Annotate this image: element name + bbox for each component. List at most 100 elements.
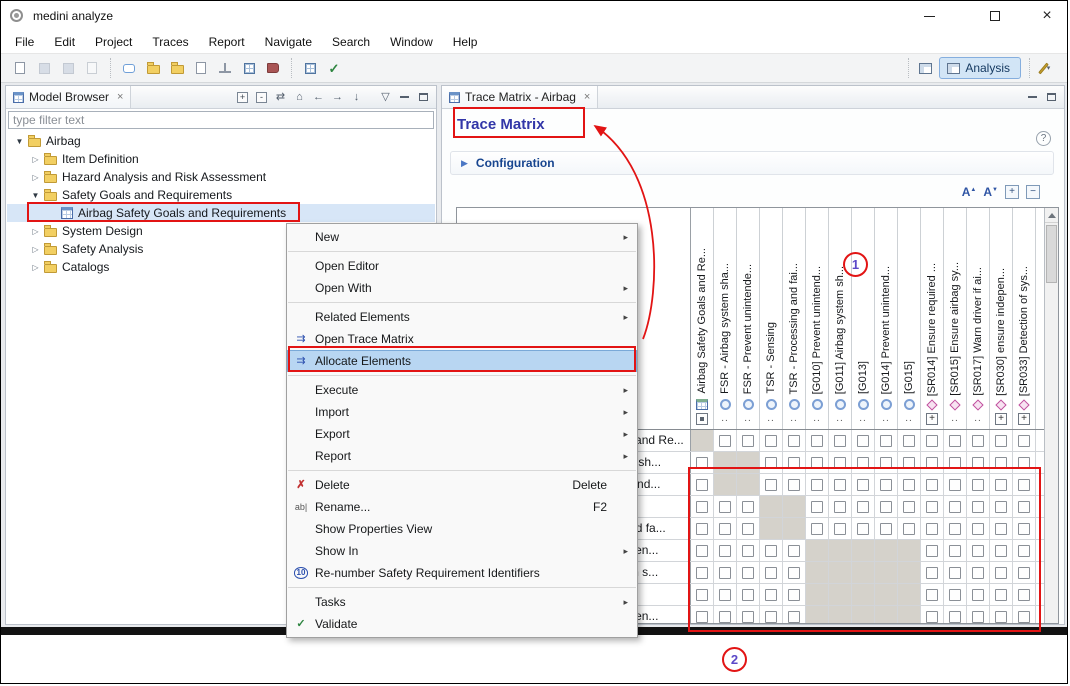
matrix-column-header[interactable]: [G010] Prevent unintend..... xyxy=(806,208,829,429)
trace-checkbox[interactable] xyxy=(765,545,777,557)
trace-checkbox[interactable] xyxy=(696,567,708,579)
help-icon[interactable]: ? xyxy=(1036,131,1051,146)
menu-item-open-trace-matrix[interactable]: ⇉Open Trace Matrix xyxy=(287,328,637,350)
view-menu-icon[interactable]: ▽ xyxy=(377,89,394,106)
matrix-cell[interactable] xyxy=(760,518,783,539)
forward-icon[interactable]: → xyxy=(329,89,346,106)
matrix-cell[interactable] xyxy=(806,540,829,561)
menu-item-related-elements[interactable]: Related Elements▸ xyxy=(287,306,637,328)
twistie-icon[interactable]: ▷ xyxy=(29,155,42,164)
trace-checkbox[interactable] xyxy=(1018,611,1030,623)
trace-checkbox[interactable] xyxy=(696,523,708,535)
trace-checkbox[interactable] xyxy=(765,435,777,447)
trace-checkbox[interactable] xyxy=(926,523,938,535)
matrix-cell[interactable] xyxy=(898,606,921,623)
matrix-cell[interactable] xyxy=(967,606,990,623)
maximize-view-icon[interactable] xyxy=(415,89,432,106)
twistie-icon[interactable]: ▷ xyxy=(29,227,42,236)
matrix-cell[interactable] xyxy=(714,430,737,451)
matrix-cell[interactable] xyxy=(898,452,921,473)
matrix-cell[interactable] xyxy=(714,584,737,605)
matrix-cell[interactable] xyxy=(806,518,829,539)
matrix-cell[interactable] xyxy=(944,474,967,495)
matrix-cell[interactable] xyxy=(760,584,783,605)
matrix-cell[interactable] xyxy=(691,606,714,623)
matrix-cell[interactable] xyxy=(714,540,737,561)
trace-checkbox[interactable] xyxy=(857,501,869,513)
trace-checkbox[interactable] xyxy=(742,567,754,579)
matrix-cell[interactable] xyxy=(990,474,1013,495)
matrix-cell[interactable] xyxy=(691,540,714,561)
menu-help[interactable]: Help xyxy=(443,33,488,52)
matrix-cell[interactable] xyxy=(806,474,829,495)
twistie-icon[interactable]: ▷ xyxy=(29,263,42,272)
menu-item-execute[interactable]: Execute▸ xyxy=(287,379,637,401)
matrix-cell[interactable] xyxy=(806,452,829,473)
trace-checkbox[interactable] xyxy=(811,479,823,491)
matrix-cell[interactable] xyxy=(760,540,783,561)
matrix-cell[interactable] xyxy=(1013,474,1036,495)
trace-checkbox[interactable] xyxy=(972,589,984,601)
matrix-cell[interactable] xyxy=(898,430,921,451)
trace-checkbox[interactable] xyxy=(972,523,984,535)
trace-checkbox[interactable] xyxy=(696,611,708,623)
font-increase-button[interactable]: A▲ xyxy=(962,185,977,199)
matrix-cell[interactable] xyxy=(990,430,1013,451)
trace-checkbox[interactable] xyxy=(742,523,754,535)
trace-checkbox[interactable] xyxy=(811,457,823,469)
matrix-cell[interactable] xyxy=(806,496,829,517)
filter-input[interactable] xyxy=(8,111,434,129)
matrix-cell[interactable] xyxy=(921,540,944,561)
trace-checkbox[interactable] xyxy=(696,457,708,469)
trace-checkbox[interactable] xyxy=(880,435,892,447)
matrix-cell[interactable] xyxy=(783,562,806,583)
link-with-editor-icon[interactable]: ⇄ xyxy=(272,89,289,106)
matrix-cell[interactable] xyxy=(944,540,967,561)
trace-checkbox[interactable] xyxy=(1018,435,1030,447)
menu-item-validate[interactable]: ✓Validate xyxy=(287,613,637,635)
matrix-cell[interactable] xyxy=(875,540,898,561)
matrix-cell[interactable] xyxy=(691,452,714,473)
font-decrease-button[interactable]: A▼ xyxy=(983,185,998,199)
trace-checkbox[interactable] xyxy=(1018,545,1030,557)
matrix-column-header[interactable]: [SR033] Detection of sys...+ xyxy=(1013,208,1036,429)
trace-checkbox[interactable] xyxy=(719,435,731,447)
matrix-cell[interactable] xyxy=(806,562,829,583)
matrix-cell[interactable] xyxy=(737,518,760,539)
menu-item-new[interactable]: New▸ xyxy=(287,226,637,248)
matrix-cell[interactable] xyxy=(783,452,806,473)
trace-checkbox[interactable] xyxy=(926,457,938,469)
validate-icon-button[interactable]: ✓ xyxy=(323,57,345,79)
menu-item-tasks[interactable]: Tasks▸ xyxy=(287,591,637,613)
matrix-cell[interactable] xyxy=(852,518,875,539)
menu-item-report[interactable]: Report▸ xyxy=(287,445,637,467)
matrix-cell[interactable] xyxy=(829,584,852,605)
menu-navigate[interactable]: Navigate xyxy=(255,33,322,52)
matrix-cell[interactable] xyxy=(875,606,898,623)
trace-checkbox[interactable] xyxy=(765,589,777,601)
matrix-cell[interactable] xyxy=(737,496,760,517)
matrix-cell[interactable] xyxy=(944,452,967,473)
trace-checkbox[interactable] xyxy=(834,501,846,513)
menu-item-delete[interactable]: ✗DeleteDelete xyxy=(287,474,637,496)
trace-checkbox[interactable] xyxy=(1018,479,1030,491)
matrix-cell[interactable] xyxy=(852,496,875,517)
matrix-cell[interactable] xyxy=(829,606,852,623)
matrix-cell[interactable] xyxy=(875,474,898,495)
matrix-cell[interactable] xyxy=(1013,496,1036,517)
trace-checkbox[interactable] xyxy=(903,435,915,447)
matrix-cell[interactable] xyxy=(691,430,714,451)
matrix-cell[interactable] xyxy=(783,474,806,495)
matrix-cell[interactable] xyxy=(944,518,967,539)
matrix-cell[interactable] xyxy=(783,430,806,451)
trace-checkbox[interactable] xyxy=(972,501,984,513)
matrix-cell[interactable] xyxy=(760,606,783,623)
tree-item-airbag[interactable]: ▼Airbag xyxy=(7,132,435,150)
matrix-cell[interactable] xyxy=(760,474,783,495)
matrix-cell[interactable] xyxy=(737,540,760,561)
trace-checkbox[interactable] xyxy=(972,611,984,623)
matrix-column-header[interactable]: FSR - Airbag system sha..... xyxy=(714,208,737,429)
menu-item-export[interactable]: Export▸ xyxy=(287,423,637,445)
matrix-column-header[interactable]: [SR017] Warn driver if ai..... xyxy=(967,208,990,429)
matrix-cell[interactable] xyxy=(737,452,760,473)
